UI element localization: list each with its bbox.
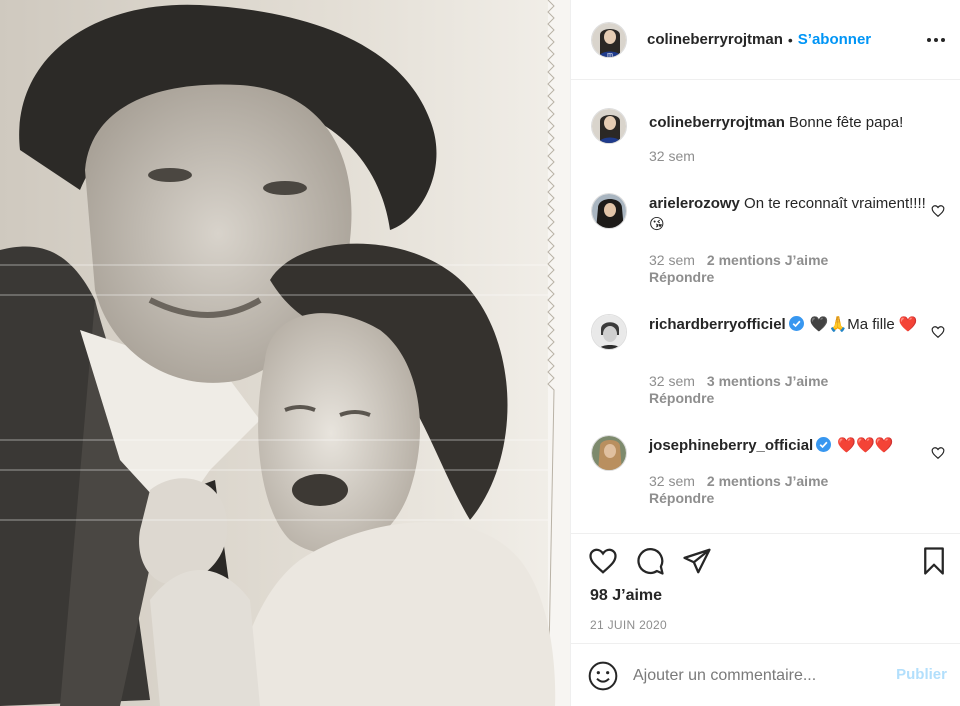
separator-dot: • xyxy=(787,31,793,48)
caption-username[interactable]: colineberryrojtman xyxy=(649,114,785,131)
author-username[interactable]: colineberryrojtman xyxy=(647,31,783,48)
comment-composer: Publier xyxy=(571,643,960,706)
comment-timestamp[interactable]: 32 sem xyxy=(649,473,695,489)
comment-body: josephineberry_official ❤️❤️❤️ xyxy=(649,435,927,456)
reply-button[interactable]: Répondre xyxy=(649,269,714,285)
post-header: m colineberryrojtman • S’abonner xyxy=(571,0,960,80)
comment-likes[interactable]: 2 mentions J’aime xyxy=(707,252,828,268)
heart-icon[interactable] xyxy=(588,546,618,576)
commenter-avatar[interactable] xyxy=(591,435,627,471)
caption-avatar[interactable] xyxy=(591,108,627,144)
caption-time: 32 sem xyxy=(649,148,695,164)
emoji-icon[interactable] xyxy=(587,660,619,692)
comment-meta: 32 sem 3 mentions J’aime xyxy=(649,373,828,389)
likes-count[interactable]: 98 J’aime xyxy=(590,587,662,605)
comment-item: josephineberry_official ❤️❤️❤️ 32 sem 2 m… xyxy=(591,435,951,533)
svg-text:m: m xyxy=(607,52,613,58)
comment-item: richardberryofficiel 🖤🙏Ma fille ❤️ 32 se… xyxy=(591,314,951,424)
commenter-avatar[interactable] xyxy=(591,193,627,229)
comment-username[interactable]: arielerozowy xyxy=(649,195,740,212)
comment-timestamp[interactable]: 32 sem xyxy=(649,252,695,268)
reply-button[interactable]: Répondre xyxy=(649,490,714,506)
post-date[interactable]: 21 JUIN 2020 xyxy=(590,618,667,632)
comments-list[interactable]: colineberryrojtman Bonne fête papa! 32 s… xyxy=(571,81,960,533)
comment-item: arielerozowy On te reconnaît vraiment!!!… xyxy=(591,193,951,303)
paper-plane-icon[interactable] xyxy=(682,546,712,576)
comment-meta: 32 sem 2 mentions J’aime xyxy=(649,473,828,489)
comment-likes[interactable]: 2 mentions J’aime xyxy=(707,473,828,489)
commenter-avatar[interactable] xyxy=(591,314,627,350)
comment-like-heart-icon[interactable] xyxy=(931,446,945,460)
post-caption: colineberryrojtman Bonne fête papa! 32 s… xyxy=(591,108,951,178)
comment-body: arielerozowy On te reconnaît vraiment!!!… xyxy=(649,193,927,235)
comment-icon[interactable] xyxy=(635,546,665,576)
verified-badge-icon xyxy=(816,437,832,452)
caption-text: Bonne fête papa! xyxy=(789,114,904,131)
reply-button[interactable]: Répondre xyxy=(649,390,714,406)
comment-likes[interactable]: 3 mentions J’aime xyxy=(707,373,828,389)
comment-meta: 32 sem 2 mentions J’aime xyxy=(649,252,828,268)
post-actions: 98 J’aime 21 JUIN 2020 xyxy=(571,533,960,643)
comment-text: 🖤🙏Ma fille ❤️ xyxy=(809,316,918,333)
comment-input[interactable] xyxy=(633,664,873,688)
caption-timestamp[interactable]: 32 sem xyxy=(649,148,695,164)
comment-body: richardberryofficiel 🖤🙏Ma fille ❤️ xyxy=(649,314,927,335)
comment-like-heart-icon[interactable] xyxy=(931,325,945,339)
publish-button[interactable]: Publier xyxy=(896,666,947,683)
photo-image xyxy=(0,0,570,706)
comment-text: ❤️❤️❤️ xyxy=(837,437,894,454)
post-photo[interactable] xyxy=(0,0,570,706)
comment-username[interactable]: richardberryofficiel xyxy=(649,316,786,333)
post-sidebar: m colineberryrojtman • S’abonner colineb… xyxy=(570,0,960,706)
author-avatar[interactable]: m xyxy=(591,21,627,58)
follow-button[interactable]: S’abonner xyxy=(798,31,871,48)
bookmark-icon[interactable] xyxy=(919,546,949,576)
verified-badge-icon xyxy=(788,316,804,331)
comment-timestamp[interactable]: 32 sem xyxy=(649,373,695,389)
comment-like-heart-icon[interactable] xyxy=(931,204,945,218)
caption-body: colineberryrojtman Bonne fête papa! xyxy=(649,112,927,133)
more-options-icon[interactable] xyxy=(925,30,947,50)
comment-username[interactable]: josephineberry_official xyxy=(649,437,813,454)
